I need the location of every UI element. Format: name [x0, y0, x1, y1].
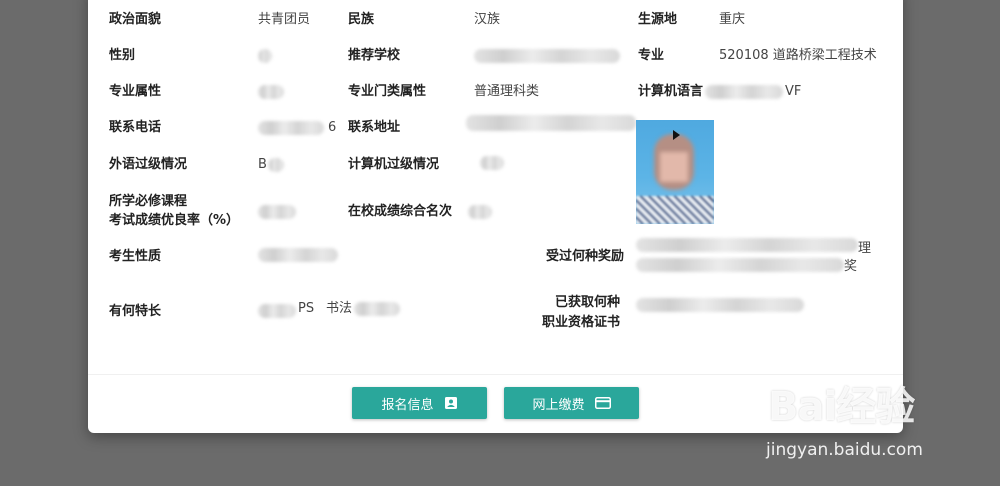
redacted-computer-level: [480, 156, 504, 170]
label-political-status: 政治面貌: [109, 12, 162, 27]
label-candidate-type: 考生性质: [109, 249, 162, 264]
redacted-address: [466, 115, 636, 131]
value-specialty-mid: PS: [298, 301, 315, 316]
label-certificates-line1: 已获取何种: [555, 295, 621, 310]
label-origin: 生源地: [638, 12, 678, 27]
label-computer-language: 计算机语言: [638, 84, 704, 99]
watermark-logo: Bai经验: [768, 384, 915, 430]
value-specialty-mid2: 书法: [326, 301, 353, 316]
signup-info-label: 报名信息: [381, 397, 434, 413]
label-course-rate-line1: 所学必修课程: [109, 194, 188, 209]
id-card-icon: [444, 397, 457, 409]
label-specialty: 有何特长: [109, 304, 162, 319]
label-phone: 联系电话: [109, 120, 162, 135]
label-ethnicity: 民族: [348, 12, 375, 27]
redacted-certificates: [636, 298, 804, 312]
pay-online-label: 网上缴费: [532, 397, 585, 413]
value-awards-tail1: 理: [858, 241, 872, 256]
redacted-computer-language: [705, 85, 783, 99]
label-recommend-school: 推荐学校: [348, 48, 401, 63]
play-icon: [673, 130, 680, 140]
redacted-specialty-1: [258, 304, 296, 318]
label-certificates-line2: 职业资格证书: [542, 315, 621, 330]
label-rank: 在校成绩综合名次: [348, 204, 453, 219]
redacted-rank: [468, 205, 492, 219]
value-ethnicity: 汉族: [474, 12, 501, 27]
redacted-gender: [258, 49, 272, 63]
value-awards-tail2: 奖: [844, 259, 858, 274]
pay-online-button[interactable]: 网上缴费: [504, 387, 639, 419]
value-foreign-language-head: B: [258, 157, 267, 172]
baidu-jingyan-watermark: Bai经验 jingyan.baidu.com: [760, 372, 960, 472]
label-course-rate-line2: 考试成绩优良率（%）: [109, 213, 240, 228]
redacted-phone: [258, 121, 324, 135]
credit-card-icon: [594, 397, 611, 409]
value-computer-language-tail: VF: [785, 84, 802, 99]
label-major-attribute: 专业属性: [109, 84, 162, 99]
watermark-url: jingyan.baidu.com: [766, 440, 923, 460]
redacted-course-rate: [258, 205, 296, 219]
redacted-awards-line1: [636, 238, 858, 252]
redacted-recommend-school: [474, 49, 620, 63]
photo-face: [660, 152, 688, 182]
value-political-status: 共青团员: [258, 12, 311, 27]
photo-shirt: [636, 196, 714, 224]
redacted-foreign-language: [268, 158, 284, 172]
label-foreign-language: 外语过级情况: [109, 157, 188, 172]
signup-info-button[interactable]: 报名信息: [352, 387, 487, 419]
student-info-card: 政治面貌 共青团员 民族 汉族 生源地 重庆 性别 推荐学校 专业 520108…: [88, 0, 903, 433]
applicant-photo: [636, 120, 714, 224]
label-major: 专业: [638, 48, 665, 63]
label-computer-level: 计算机过级情况: [348, 157, 440, 172]
redacted-major-attribute: [258, 85, 284, 99]
value-major: 520108 道路桥梁工程技术: [719, 48, 877, 63]
value-phone-tail: 6: [328, 120, 337, 135]
label-major-category: 专业门类属性: [348, 84, 427, 99]
redacted-awards-line2: [636, 258, 844, 272]
value-major-category: 普通理科类: [474, 84, 540, 99]
value-origin: 重庆: [719, 12, 746, 27]
label-awards: 受过何种奖励: [546, 249, 625, 264]
label-address: 联系地址: [348, 120, 401, 135]
redacted-candidate-type: [258, 248, 338, 262]
redacted-specialty-2: [354, 302, 400, 316]
label-gender: 性别: [109, 48, 136, 63]
